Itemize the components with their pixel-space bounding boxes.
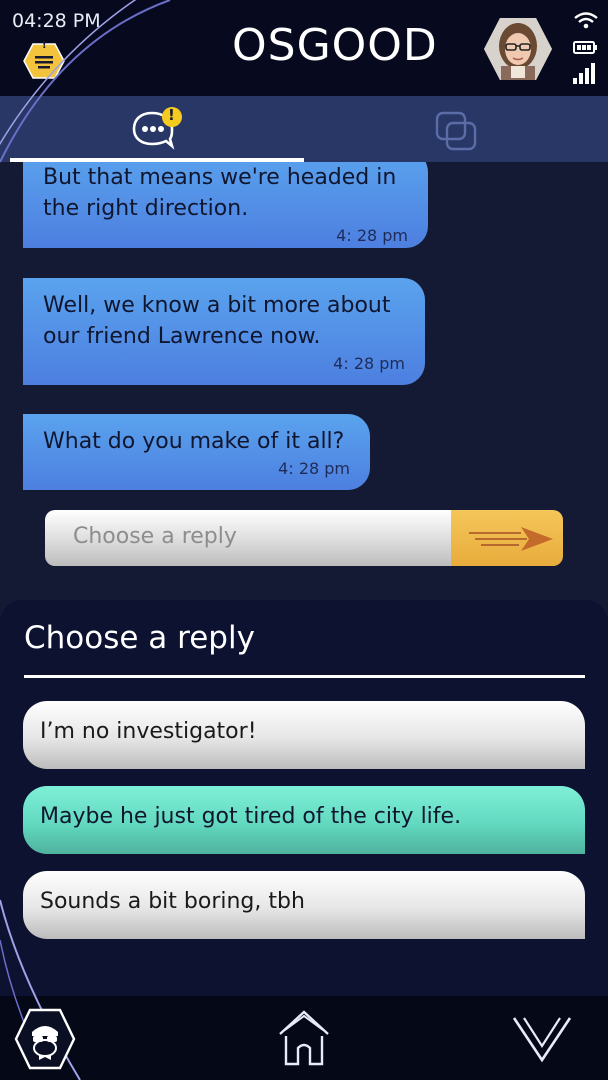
tab-gallery[interactable] bbox=[434, 110, 478, 152]
message-text: Well, we know a bit more about our frien… bbox=[43, 293, 391, 349]
contact-avatar[interactable] bbox=[483, 16, 553, 82]
avatar-icon bbox=[484, 18, 552, 80]
collapse-button[interactable] bbox=[512, 1014, 572, 1064]
profile-button[interactable] bbox=[14, 1008, 76, 1070]
contact-name: OSGOOD bbox=[232, 20, 438, 71]
message-text: But that means we're headed in the right… bbox=[43, 165, 397, 221]
message-text: What do you make of it all? bbox=[43, 429, 345, 454]
reply-option-selected[interactable]: Maybe he just got tired of the city life… bbox=[23, 786, 585, 854]
chat-notification-badge: ! bbox=[168, 106, 175, 124]
chat-bubble-icon bbox=[132, 107, 182, 150]
message-time: 4: 28 pm bbox=[333, 354, 405, 373]
agent-profile-icon bbox=[14, 1008, 76, 1070]
panel-divider bbox=[24, 675, 585, 678]
send-button[interactable] bbox=[451, 510, 563, 566]
chevron-down-icon bbox=[512, 1017, 572, 1063]
reply-option[interactable]: I’m no investigator! bbox=[23, 701, 585, 769]
message-bubble: Well, we know a bit more about our frien… bbox=[23, 278, 425, 385]
message-time: 4: 28 pm bbox=[278, 459, 350, 478]
home-icon bbox=[279, 1010, 329, 1066]
active-tab-indicator bbox=[10, 158, 304, 162]
message-bubble: What do you make of it all? 4: 28 pm bbox=[23, 414, 370, 490]
layered-squares-icon bbox=[435, 111, 477, 151]
tab-bar bbox=[0, 96, 608, 162]
reply-option[interactable]: Sounds a bit boring, tbh bbox=[23, 871, 585, 939]
menu-badge: ! bbox=[42, 40, 47, 51]
message-time: 4: 28 pm bbox=[336, 226, 408, 245]
reply-input[interactable]: Choose a reply bbox=[45, 510, 451, 566]
status-icons bbox=[572, 10, 600, 88]
panel-title: Choose a reply bbox=[24, 620, 255, 656]
status-time: 04:28 PM bbox=[12, 10, 101, 32]
home-button[interactable] bbox=[276, 1008, 332, 1068]
menu-button[interactable]: ! bbox=[22, 40, 66, 82]
tab-messages[interactable]: ! bbox=[132, 106, 188, 152]
app-header: 04:28 PM ! OSGOOD bbox=[0, 0, 608, 96]
send-arrow-icon bbox=[469, 527, 553, 551]
wifi-battery-signal-icon bbox=[573, 12, 598, 84]
message-bubble: But that means we're headed in the right… bbox=[23, 162, 428, 248]
